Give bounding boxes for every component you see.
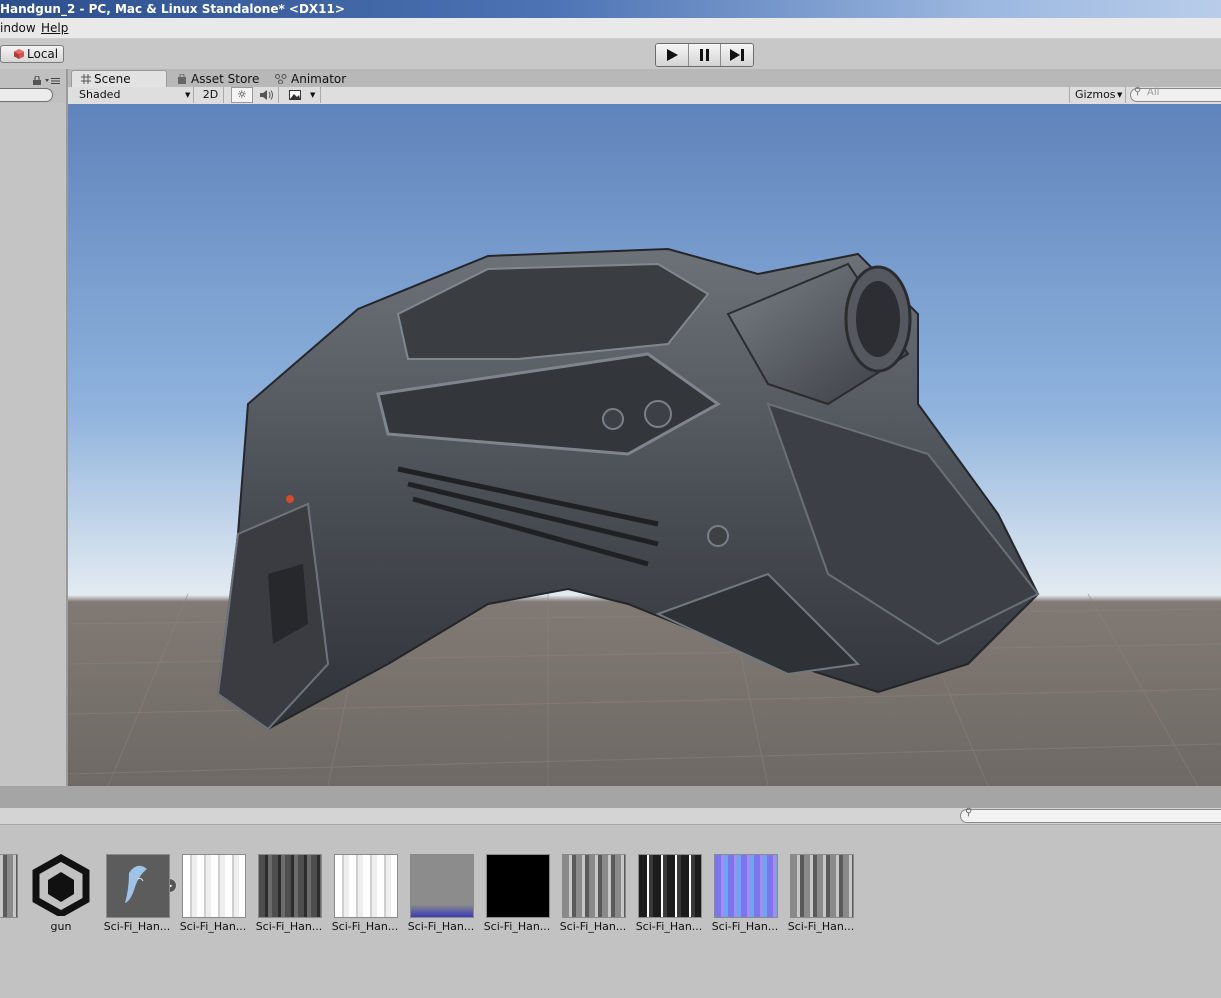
view-tabs: Scene Asset Store Animator: [68, 69, 1221, 88]
speaker-icon: [260, 90, 273, 100]
asset-name: Sci-Fi_Han...: [331, 920, 399, 933]
scene-toolbar: Shaded ▼ 2D ☼ ▼ Gizmos ▼ ⚲ All: [68, 86, 1221, 105]
menu-window[interactable]: indow: [0, 18, 36, 38]
asset-thumbnail: [714, 854, 778, 918]
asset-name: t_...: [0, 920, 24, 933]
tab-animator[interactable]: Animator: [275, 71, 360, 87]
search-icon: ⚲: [1134, 86, 1142, 97]
gizmos-dropdown[interactable]: Gizmos ▼: [1069, 87, 1126, 103]
tab-asset-store[interactable]: Asset Store: [177, 71, 269, 87]
asset-name: Sci-Fi_Han...: [103, 920, 171, 933]
lighting-toggle[interactable]: ☼: [231, 87, 253, 103]
asset-thumbnail: [562, 854, 626, 918]
audio-toggle[interactable]: [256, 87, 279, 103]
asset-name: Sci-Fi_Han...: [559, 920, 627, 933]
search-icon: ⚲: [965, 807, 973, 818]
step-button[interactable]: [721, 44, 753, 66]
asset-name: gun: [50, 920, 72, 933]
project-search-input[interactable]: ⚲: [960, 807, 1221, 823]
tab-scene-label: Scene: [94, 72, 131, 86]
chevron-down-icon: ▼: [310, 91, 316, 99]
window-title: Handgun_2 - PC, Mac & Linux Standalone* …: [0, 0, 1221, 18]
chevron-down-icon: ▼: [1117, 91, 1123, 99]
asset-thumbnail: [258, 854, 322, 918]
draw-mode-value: Shaded: [79, 88, 121, 101]
panel-divider[interactable]: [0, 786, 1221, 808]
project-header: ⚲: [0, 807, 1221, 825]
scene-viewport[interactable]: [68, 104, 1221, 786]
main-toolbar: Local: [0, 39, 1221, 69]
asset-name: Sci-Fi_Han...: [179, 920, 247, 933]
asset-thumbnail: [790, 854, 854, 918]
asset-thumbnail: [410, 854, 474, 918]
play-button[interactable]: [656, 44, 689, 66]
tab-scene[interactable]: Scene: [71, 70, 167, 88]
asset-thumbnail: [30, 853, 92, 919]
cube-icon: [14, 49, 24, 59]
asset-grid: t_...gun▶Sci-Fi_Han...Sci-Fi_Han...Sci-F…: [0, 825, 1221, 998]
menu-bar: indow Help: [0, 18, 1221, 39]
asset-name: Sci-Fi_Han...: [483, 920, 551, 933]
asset-thumbnail: [334, 854, 398, 918]
asset-name: Sci-Fi_Han...: [635, 920, 703, 933]
chevron-down-icon: ▼: [185, 91, 191, 99]
pivot-rotation-label: Local: [27, 47, 59, 61]
asset-thumbnail: [182, 854, 246, 918]
animator-icon: [275, 74, 287, 84]
2d-toggle[interactable]: 2D: [198, 87, 224, 103]
image-icon: [289, 90, 301, 100]
hierarchy-panel: [0, 69, 68, 786]
asset-thumbnail: [106, 854, 170, 918]
scene-search-placeholder: All: [1147, 87, 1160, 98]
pause-icon: [699, 49, 709, 61]
menu-help[interactable]: Help: [41, 18, 68, 38]
store-bag-icon: [178, 74, 186, 84]
material-preview-icon: [125, 865, 147, 903]
scene-render: [68, 104, 1221, 786]
tab-animator-label: Animator: [291, 72, 347, 86]
pause-button[interactable]: [688, 44, 722, 66]
lock-icon[interactable]: [33, 76, 41, 85]
grid-icon: [81, 74, 91, 84]
gizmos-label: Gizmos: [1075, 88, 1116, 101]
asset-thumbnail: [638, 854, 702, 918]
asset-thumbnail: [0, 854, 18, 918]
hierarchy-header: [0, 69, 66, 103]
draw-mode-dropdown[interactable]: Shaded ▼: [72, 87, 194, 103]
panel-menu-icon[interactable]: [45, 77, 61, 85]
asset-name: Sci-Fi_Han...: [407, 920, 475, 933]
asset-name: Sci-Fi_Han...: [255, 920, 323, 933]
asset-name: Sci-Fi_Han...: [787, 920, 855, 933]
scene-search-input[interactable]: ⚲ All: [1130, 86, 1221, 102]
pivot-rotation-button[interactable]: Local: [0, 45, 64, 63]
asset-thumbnail: [486, 854, 550, 918]
playback-controls: [655, 43, 754, 67]
tab-asset-store-label: Asset Store: [191, 72, 260, 86]
asset-name: Sci-Fi_Han...: [711, 920, 779, 933]
hierarchy-search-input[interactable]: [0, 88, 53, 102]
step-icon: [730, 49, 745, 61]
play-icon: [666, 49, 678, 61]
unity-logo-icon: [32, 853, 90, 919]
effects-dropdown[interactable]: ▼: [285, 87, 321, 103]
sun-icon: ☼: [237, 88, 247, 101]
